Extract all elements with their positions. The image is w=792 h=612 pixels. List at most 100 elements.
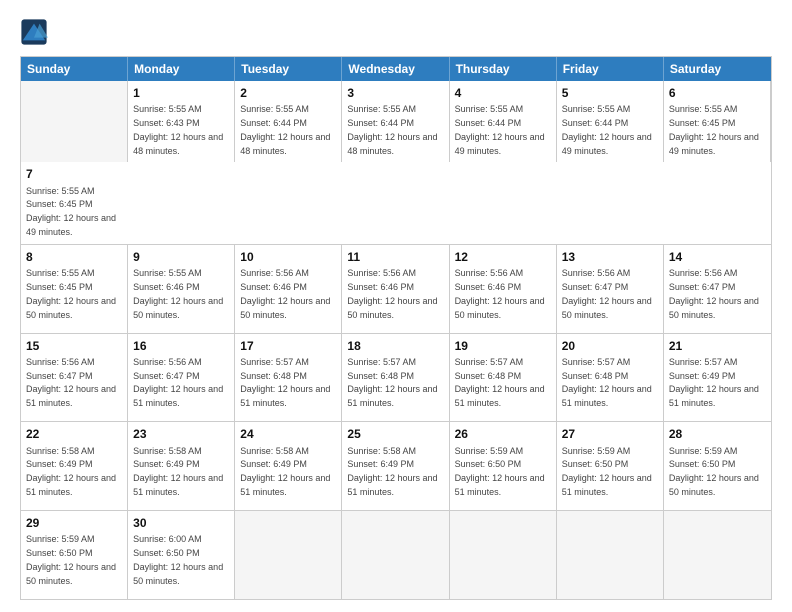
calendar-row: 29Sunrise: 5:59 AMSunset: 6:50 PMDayligh… — [21, 511, 771, 599]
cal-cell: 13 Sunrise: 5:56 AMSunset: 6:47 PMDayligh… — [557, 245, 664, 333]
day-number: 11 — [347, 249, 443, 265]
cell-info: Sunrise: 5:57 AMSunset: 6:48 PMDaylight:… — [240, 357, 330, 408]
logo-icon — [20, 18, 48, 46]
day-number: 17 — [240, 338, 336, 354]
cal-cell: 30 Sunrise: 6:00 AMSunset: 6:50 PMDayligh… — [128, 511, 235, 599]
cal-cell: 10Sunrise: 5:56 AMSunset: 6:46 PMDayligh… — [235, 245, 342, 333]
day-number: 7 — [26, 166, 123, 182]
cal-cell: 11 Sunrise: 5:56 AMSunset: 6:46 PMDayligh… — [342, 245, 449, 333]
cal-cell: 22Sunrise: 5:58 AMSunset: 6:49 PMDayligh… — [21, 422, 128, 510]
cal-cell: 4Sunrise: 5:55 AMSunset: 6:44 PMDaylight… — [450, 81, 557, 162]
cal-cell: 14Sunrise: 5:56 AMSunset: 6:47 PMDayligh… — [664, 245, 771, 333]
cal-cell-empty — [450, 511, 557, 599]
header — [20, 18, 772, 46]
cal-cell: 15 Sunrise: 5:56 AMSunset: 6:47 PMDayligh… — [21, 334, 128, 422]
cal-cell: 23 Sunrise: 5:58 AMSunset: 6:49 PMDayligh… — [128, 422, 235, 510]
day-number: 21 — [669, 338, 766, 354]
day-number: 13 — [562, 249, 658, 265]
logo — [20, 18, 52, 46]
day-number: 5 — [562, 85, 658, 101]
day-number: 14 — [669, 249, 766, 265]
calendar-header: SundayMondayTuesdayWednesdayThursdayFrid… — [21, 57, 771, 81]
cal-header-day: Sunday — [21, 57, 128, 81]
cal-cell: 7 Sunrise: 5:55 AMSunset: 6:45 PMDaylight… — [21, 162, 128, 243]
cal-cell: 25 Sunrise: 5:58 AMSunset: 6:49 PMDayligh… — [342, 422, 449, 510]
cell-info: Sunrise: 5:55 AMSunset: 6:45 PMDaylight:… — [669, 104, 759, 155]
day-number: 15 — [26, 338, 122, 354]
cell-info: Sunrise: 5:55 AMSunset: 6:44 PMDaylight:… — [455, 104, 545, 155]
cal-cell: 19 Sunrise: 5:57 AMSunset: 6:48 PMDayligh… — [450, 334, 557, 422]
cell-info: Sunrise: 5:57 AMSunset: 6:48 PMDaylight:… — [347, 357, 437, 408]
cal-cell: 29Sunrise: 5:59 AMSunset: 6:50 PMDayligh… — [21, 511, 128, 599]
cal-cell: 9 Sunrise: 5:55 AMSunset: 6:46 PMDaylight… — [128, 245, 235, 333]
cell-info: Sunrise: 5:58 AMSunset: 6:49 PMDaylight:… — [133, 446, 223, 497]
day-number: 18 — [347, 338, 443, 354]
day-number: 2 — [240, 85, 336, 101]
day-number: 28 — [669, 426, 766, 442]
day-number: 6 — [669, 85, 765, 101]
cell-info: Sunrise: 5:59 AMSunset: 6:50 PMDaylight:… — [562, 446, 652, 497]
day-number: 26 — [455, 426, 551, 442]
cal-cell: 21 Sunrise: 5:57 AMSunset: 6:49 PMDayligh… — [664, 334, 771, 422]
calendar-row: 1Sunrise: 5:55 AMSunset: 6:43 PMDaylight… — [21, 81, 771, 245]
cal-cell: 26 Sunrise: 5:59 AMSunset: 6:50 PMDayligh… — [450, 422, 557, 510]
cell-info: Sunrise: 5:59 AMSunset: 6:50 PMDaylight:… — [455, 446, 545, 497]
cal-cell-empty — [664, 511, 771, 599]
cell-info: Sunrise: 5:56 AMSunset: 6:47 PMDaylight:… — [562, 268, 652, 319]
cell-info: Sunrise: 5:58 AMSunset: 6:49 PMDaylight:… — [347, 446, 437, 497]
cell-info: Sunrise: 5:57 AMSunset: 6:49 PMDaylight:… — [669, 357, 759, 408]
day-number: 25 — [347, 426, 443, 442]
cal-cell: 5Sunrise: 5:55 AMSunset: 6:44 PMDaylight… — [557, 81, 664, 162]
cell-info: Sunrise: 5:55 AMSunset: 6:45 PMDaylight:… — [26, 268, 116, 319]
day-number: 30 — [133, 515, 229, 531]
day-number: 19 — [455, 338, 551, 354]
cell-info: Sunrise: 5:55 AMSunset: 6:44 PMDaylight:… — [347, 104, 437, 155]
day-number: 24 — [240, 426, 336, 442]
day-number: 23 — [133, 426, 229, 442]
cal-cell: 16 Sunrise: 5:56 AMSunset: 6:47 PMDayligh… — [128, 334, 235, 422]
day-number: 22 — [26, 426, 122, 442]
day-number: 27 — [562, 426, 658, 442]
cell-info: Sunrise: 5:56 AMSunset: 6:47 PMDaylight:… — [26, 357, 116, 408]
calendar-body: 1Sunrise: 5:55 AMSunset: 6:43 PMDaylight… — [21, 81, 771, 599]
cal-cell-empty — [235, 511, 342, 599]
cal-cell-empty — [557, 511, 664, 599]
cal-cell: 1Sunrise: 5:55 AMSunset: 6:43 PMDaylight… — [128, 81, 235, 162]
cell-info: Sunrise: 5:59 AMSunset: 6:50 PMDaylight:… — [26, 534, 116, 585]
cal-cell-empty — [342, 511, 449, 599]
day-number: 20 — [562, 338, 658, 354]
cell-info: Sunrise: 5:55 AMSunset: 6:45 PMDaylight:… — [26, 186, 116, 237]
cal-header-day: Tuesday — [235, 57, 342, 81]
cal-cell-empty — [21, 81, 128, 162]
cal-header-day: Saturday — [664, 57, 771, 81]
day-number: 3 — [347, 85, 443, 101]
cell-info: Sunrise: 5:56 AMSunset: 6:46 PMDaylight:… — [455, 268, 545, 319]
cell-info: Sunrise: 5:57 AMSunset: 6:48 PMDaylight:… — [455, 357, 545, 408]
calendar-row: 8 Sunrise: 5:55 AMSunset: 6:45 PMDaylight… — [21, 245, 771, 334]
cell-info: Sunrise: 5:56 AMSunset: 6:46 PMDaylight:… — [347, 268, 437, 319]
cal-cell: 24 Sunrise: 5:58 AMSunset: 6:49 PMDayligh… — [235, 422, 342, 510]
day-number: 10 — [240, 249, 336, 265]
cal-cell: 27 Sunrise: 5:59 AMSunset: 6:50 PMDayligh… — [557, 422, 664, 510]
cell-info: Sunrise: 5:55 AMSunset: 6:46 PMDaylight:… — [133, 268, 223, 319]
calendar-row: 22 Sunrise: 5:58 AMSunset: 6:49 PMDayligh… — [21, 422, 771, 511]
cell-info: Sunrise: 5:55 AMSunset: 6:43 PMDaylight:… — [133, 104, 223, 155]
cell-info: Sunrise: 5:59 AMSunset: 6:50 PMDaylight:… — [669, 446, 759, 497]
cell-info: Sunrise: 5:58 AMSunset: 6:49 PMDaylight:… — [240, 446, 330, 497]
cal-header-day: Thursday — [450, 57, 557, 81]
calendar: SundayMondayTuesdayWednesdayThursdayFrid… — [20, 56, 772, 600]
day-number: 16 — [133, 338, 229, 354]
cal-header-day: Wednesday — [342, 57, 449, 81]
cell-info: Sunrise: 5:56 AMSunset: 6:47 PMDaylight:… — [133, 357, 223, 408]
cal-cell: 20 Sunrise: 5:57 AMSunset: 6:48 PMDayligh… — [557, 334, 664, 422]
cal-header-day: Monday — [128, 57, 235, 81]
day-number: 8 — [26, 249, 122, 265]
day-number: 9 — [133, 249, 229, 265]
cal-cell: 17 Sunrise: 5:57 AMSunset: 6:48 PMDayligh… — [235, 334, 342, 422]
cell-info: Sunrise: 5:57 AMSunset: 6:48 PMDaylight:… — [562, 357, 652, 408]
cal-cell: 18 Sunrise: 5:57 AMSunset: 6:48 PMDayligh… — [342, 334, 449, 422]
cal-cell: 28 Sunrise: 5:59 AMSunset: 6:50 PMDayligh… — [664, 422, 771, 510]
cal-header-day: Friday — [557, 57, 664, 81]
cal-cell: 3 Sunrise: 5:55 AMSunset: 6:44 PMDaylight… — [342, 81, 449, 162]
cell-info: Sunrise: 6:00 AMSunset: 6:50 PMDaylight:… — [133, 534, 223, 585]
